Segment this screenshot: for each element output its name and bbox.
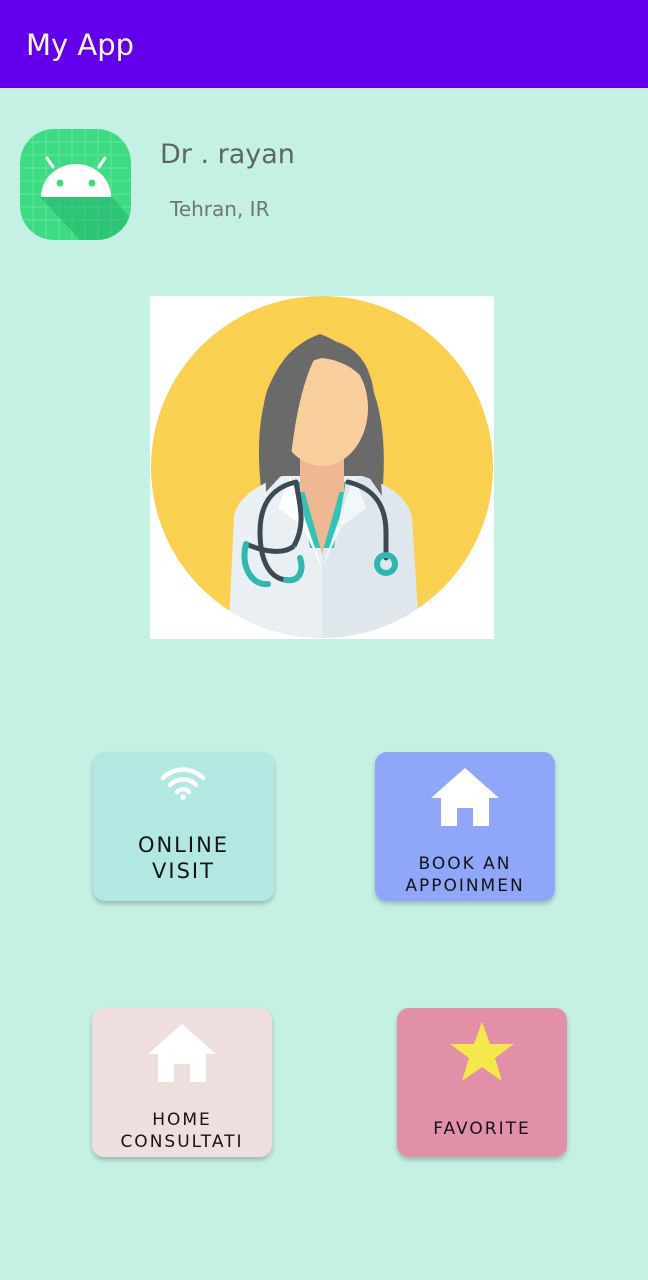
home-consultation-button[interactable]: HOME CONSULTATI [92, 1008, 272, 1157]
doctor-location: Tehran, IR [170, 197, 270, 221]
android-launcher-icon [20, 129, 131, 240]
app-title: My App [26, 28, 135, 62]
star-icon [448, 1020, 516, 1088]
online-visit-label: ONLINE VISIT [137, 833, 230, 883]
favorite-label: FAVORITE [433, 1119, 531, 1139]
doctor-portrait [150, 296, 494, 639]
wifi-icon [159, 766, 207, 804]
online-visit-button[interactable]: ONLINE VISIT [93, 752, 274, 901]
home-icon [431, 768, 499, 830]
app-bar: My App [0, 0, 648, 88]
doctor-name: Dr . rayan [160, 139, 295, 170]
favorite-button[interactable]: FAVORITE [397, 1008, 567, 1157]
book-appointment-label: BOOK AN APPOINMEN [405, 854, 525, 896]
home-consultation-label: HOME CONSULTATI [120, 1110, 244, 1152]
home-icon [148, 1024, 216, 1086]
book-appointment-button[interactable]: BOOK AN APPOINMEN [375, 752, 555, 901]
